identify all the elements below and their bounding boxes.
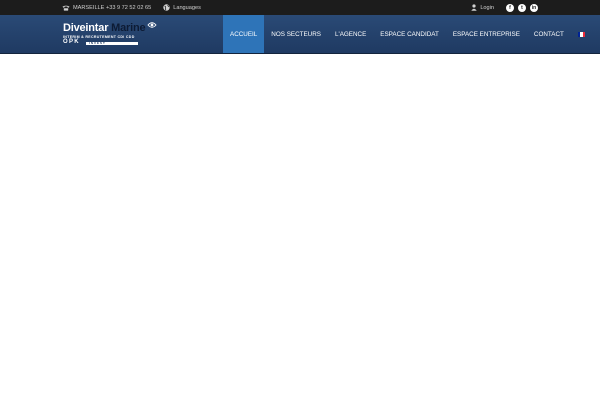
globe-icon bbox=[163, 4, 170, 11]
nav-accueil[interactable]: ACCUEIL bbox=[223, 15, 265, 53]
logo-tagline: INTERIM & RECRUTEMENT CDI CDD bbox=[63, 34, 135, 39]
language-switcher[interactable] bbox=[571, 15, 592, 53]
top-bar-left: MARSEILLE +33 9 72 52 02 65 Languages bbox=[62, 0, 201, 15]
nav-espace-entreprise[interactable]: ESPACE ENTREPRISE bbox=[446, 15, 527, 53]
phone-text: MARSEILLE +33 9 72 52 02 65 bbox=[73, 4, 152, 11]
languages-label: Languages bbox=[173, 4, 201, 11]
site-header: Diveintar Marine INTERIM & RECRUTEMENT C… bbox=[0, 15, 600, 54]
nav-nos-secteurs[interactable]: NOS SECTEURS bbox=[264, 15, 328, 53]
nav-contact[interactable]: CONTACT bbox=[527, 15, 571, 53]
nav-espace-candidat[interactable]: ESPACE CANDIDAT bbox=[373, 15, 446, 53]
top-bar-right: Login f t in bbox=[471, 0, 538, 15]
facebook-icon[interactable]: f bbox=[506, 3, 514, 12]
logo-sub-bar: INVEST bbox=[86, 41, 138, 45]
fr-flag-icon bbox=[577, 31, 585, 37]
login-label: Login bbox=[480, 4, 494, 11]
logo-name: Diveintar Marine bbox=[63, 22, 146, 34]
flag-stripe bbox=[582, 31, 585, 37]
languages-menu[interactable]: Languages bbox=[163, 4, 201, 11]
twitter-icon[interactable]: t bbox=[518, 3, 526, 12]
linkedin-icon[interactable]: in bbox=[530, 3, 538, 12]
phone-icon bbox=[62, 5, 70, 11]
top-bar: MARSEILLE +33 9 72 52 02 65 Languages Lo… bbox=[0, 0, 600, 15]
nav-agence[interactable]: L'AGENCE bbox=[328, 15, 373, 53]
logo-eye-icon bbox=[147, 22, 157, 28]
user-icon bbox=[471, 4, 478, 11]
login-link[interactable]: Login bbox=[471, 4, 494, 11]
site-logo[interactable]: Diveintar Marine INTERIM & RECRUTEMENT C… bbox=[63, 22, 158, 48]
logo-sub: OPK bbox=[63, 39, 80, 45]
main-nav: ACCUEIL NOS SECTEURS L'AGENCE ESPACE CAN… bbox=[223, 15, 592, 53]
phone-info: MARSEILLE +33 9 72 52 02 65 bbox=[62, 5, 151, 11]
